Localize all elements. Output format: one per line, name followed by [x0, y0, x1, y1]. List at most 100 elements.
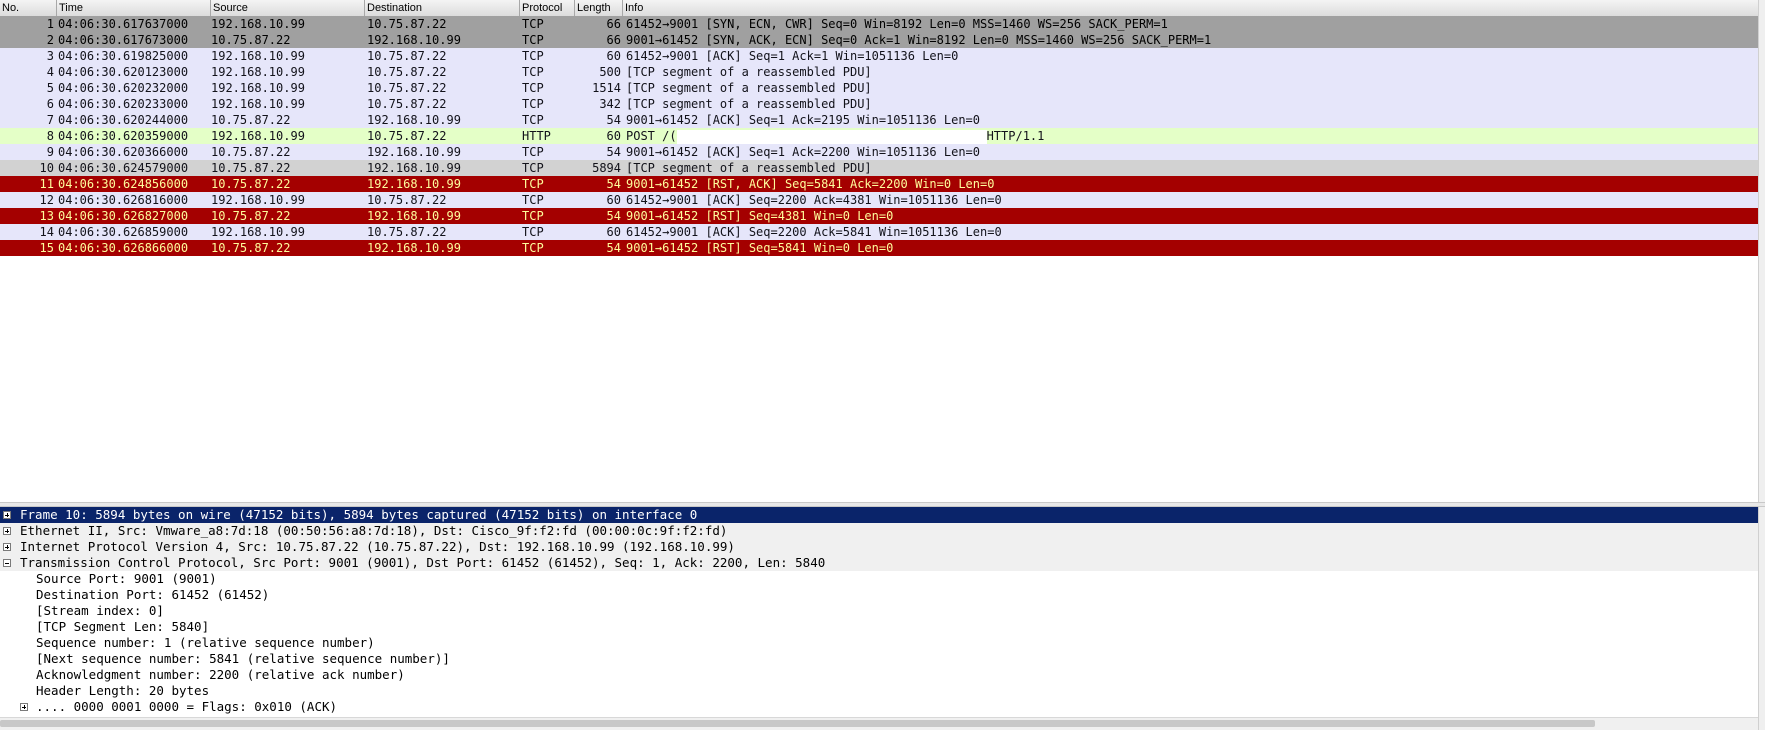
packet-source: 10.75.87.22	[211, 209, 291, 223]
packet-info-text: [TCP segment of a reassembled PDU]	[626, 65, 872, 79]
column-header-no[interactable]: No.	[0, 0, 57, 16]
wireshark-window: No. Time Source Destination Protocol Len…	[0, 0, 1765, 730]
scrollbar-thumb[interactable]	[0, 720, 1595, 727]
tree-item-label: Ethernet II, Src: Vmware_a8:7d:18 (00:50…	[20, 523, 728, 538]
packet-row[interactable]: 10 04:06:30.624579000 10.75.87.22 192.168.1…	[0, 160, 1758, 176]
packet-destination: 10.75.87.22	[367, 129, 447, 143]
packet-source: 10.75.87.22	[211, 33, 291, 47]
packet-info-text: 61452→9001 [ACK] Seq=2200 Ack=5841 Win=1…	[626, 225, 1002, 239]
packet-source: 10.75.87.22	[211, 177, 291, 191]
packet-info: 9001→61452 [RST, ACK] Seq=5841 Ack=2200 …	[626, 176, 1756, 192]
packet-source: 10.75.87.22	[211, 161, 291, 175]
tcp-field-item[interactable]: [TCP Segment Len: 5840]	[0, 619, 1758, 635]
tree-item-tcp[interactable]: Transmission Control Protocol, Src Port:…	[0, 555, 1758, 571]
collapse-minus-icon[interactable]	[3, 559, 11, 567]
packet-destination: 10.75.87.22	[367, 193, 447, 207]
packet-source: 192.168.10.99	[211, 49, 305, 63]
packet-no: 9	[46, 145, 54, 159]
tcp-field-item[interactable]: [Next sequence number: 5841 (relative se…	[0, 651, 1758, 667]
packet-no: 5	[46, 81, 54, 95]
tree-item-ethernet[interactable]: Ethernet II, Src: Vmware_a8:7d:18 (00:50…	[0, 523, 1758, 539]
expand-plus-icon[interactable]	[3, 543, 11, 551]
packet-length: 60	[606, 49, 621, 63]
column-header-info[interactable]: Info	[623, 0, 1758, 16]
packet-row[interactable]: 3 04:06:30.619825000 192.168.10.99 10.75.87…	[0, 48, 1758, 64]
expand-plus-icon[interactable]	[3, 511, 11, 519]
packet-protocol: TCP	[522, 209, 544, 223]
packet-protocol: TCP	[522, 113, 544, 127]
packet-info-text: [TCP segment of a reassembled PDU]	[626, 97, 872, 111]
packet-no: 7	[46, 113, 54, 127]
packet-protocol: TCP	[522, 161, 544, 175]
tcp-field-label: Source Port: 9001 (9001)	[36, 571, 217, 586]
packet-time: 04:06:30.620366000	[58, 145, 189, 159]
packet-row[interactable]: 1 04:06:30.617637000 192.168.10.99 10.75.87…	[0, 16, 1758, 32]
packet-length: 54	[606, 113, 621, 127]
tree-item-label: Frame 10: 5894 bytes on wire (47152 bits…	[20, 507, 698, 522]
expand-plus-icon[interactable]	[20, 703, 28, 711]
packet-info-text: 9001→61452 [ACK] Seq=1 Ack=2195 Win=1051…	[626, 113, 981, 127]
packet-time: 04:06:30.620123000	[58, 65, 189, 79]
packet-row[interactable]: 4 04:06:30.620123000 192.168.10.99 10.75.87…	[0, 64, 1758, 80]
packet-length: 60	[606, 225, 621, 239]
tcp-field-item[interactable]: Destination Port: 61452 (61452)	[0, 587, 1758, 603]
tcp-field-item[interactable]: Acknowledgment number: 2200 (relative ac…	[0, 667, 1758, 683]
packet-info: [TCP segment of a reassembled PDU]	[626, 160, 1756, 176]
packet-info: 9001→61452 [RST] Seq=4381 Win=0 Len=0	[626, 208, 1756, 224]
tcp-field-item[interactable]: Sequence number: 1 (relative sequence nu…	[0, 635, 1758, 651]
packet-row[interactable]: 9 04:06:30.620366000 10.75.87.22 192.168.10…	[0, 144, 1758, 160]
packet-length: 66	[606, 33, 621, 47]
packet-info: 9001→61452 [SYN, ACK, ECN] Seq=0 Ack=1 W…	[626, 32, 1756, 48]
column-header-time[interactable]: Time	[57, 0, 211, 16]
expand-plus-icon[interactable]	[3, 527, 11, 535]
packet-no: 4	[46, 65, 54, 79]
tree-item-frame[interactable]: Frame 10: 5894 bytes on wire (47152 bits…	[0, 507, 1758, 523]
tree-item-flags[interactable]: .... 0000 0001 0000 = Flags: 0x010 (ACK)	[0, 699, 1758, 715]
packet-list[interactable]: No. Time Source Destination Protocol Len…	[0, 0, 1758, 502]
column-header-source[interactable]: Source	[211, 0, 365, 16]
packet-time: 04:06:30.617673000	[58, 33, 189, 47]
packet-destination: 10.75.87.22	[367, 97, 447, 111]
column-header-length[interactable]: Length	[575, 0, 623, 16]
column-header-destination[interactable]: Destination	[365, 0, 520, 16]
tree-item-ipv4[interactable]: Internet Protocol Version 4, Src: 10.75.…	[0, 539, 1758, 555]
packet-row[interactable]: 6 04:06:30.620233000 192.168.10.99 10.75.87…	[0, 96, 1758, 112]
packet-row[interactable]: 13 04:06:30.626827000 10.75.87.22 192.168.1…	[0, 208, 1758, 224]
packet-info-text: [TCP segment of a reassembled PDU]	[626, 161, 872, 175]
packet-info-text: POST /(	[626, 129, 677, 143]
packet-info: 61452→9001 [ACK] Seq=2200 Ack=4381 Win=1…	[626, 192, 1756, 208]
packet-row[interactable]: 15 04:06:30.626866000 10.75.87.22 192.168.1…	[0, 240, 1758, 256]
packet-info-text: 9001→61452 [RST] Seq=4381 Win=0 Len=0	[626, 209, 894, 223]
packet-details-tree[interactable]: Frame 10: 5894 bytes on wire (47152 bits…	[0, 507, 1758, 717]
packet-destination: 10.75.87.22	[367, 81, 447, 95]
packet-info: [TCP segment of a reassembled PDU]	[626, 64, 1756, 80]
packet-length: 5894	[592, 161, 621, 175]
packet-length: 60	[606, 129, 621, 143]
packet-time: 04:06:30.620232000	[58, 81, 189, 95]
packet-length: 60	[606, 193, 621, 207]
vertical-scrollbar[interactable]	[1758, 0, 1765, 730]
tcp-field-item[interactable]: [Stream index: 0]	[0, 603, 1758, 619]
packet-row[interactable]: 11 04:06:30.624856000 10.75.87.22 192.168.1…	[0, 176, 1758, 192]
packet-row[interactable]: 14 04:06:30.626859000 192.168.10.99 10.75.8…	[0, 224, 1758, 240]
packet-no: 6	[46, 97, 54, 111]
packet-row[interactable]: 8 04:06:30.620359000 192.168.10.99 10.75.87…	[0, 128, 1758, 144]
horizontal-scrollbar[interactable]	[0, 717, 1758, 730]
packet-length: 342	[599, 97, 621, 111]
tcp-field-label: Destination Port: 61452 (61452)	[36, 587, 270, 602]
packet-length: 54	[606, 145, 621, 159]
packet-time: 04:06:30.617637000	[58, 17, 189, 31]
packet-time: 04:06:30.626866000	[58, 241, 189, 255]
packet-row[interactable]: 12 04:06:30.626816000 192.168.10.99 10.75.8…	[0, 192, 1758, 208]
packet-rows: 1 04:06:30.617637000 192.168.10.99 10.75.87…	[0, 16, 1758, 256]
packet-row[interactable]: 2 04:06:30.617673000 10.75.87.22 192.168.10…	[0, 32, 1758, 48]
tcp-field-item[interactable]: Header Length: 20 bytes	[0, 683, 1758, 699]
packet-protocol: TCP	[522, 193, 544, 207]
column-header-protocol[interactable]: Protocol	[520, 0, 575, 16]
tcp-field-item[interactable]: Source Port: 9001 (9001)	[0, 571, 1758, 587]
tree-item-label: .... 0000 0001 0000 = Flags: 0x010 (ACK)	[36, 699, 338, 714]
packet-time: 04:06:30.626816000	[58, 193, 189, 207]
packet-row[interactable]: 7 04:06:30.620244000 10.75.87.22 192.168.10…	[0, 112, 1758, 128]
packet-no: 10	[39, 161, 54, 175]
packet-row[interactable]: 5 04:06:30.620232000 192.168.10.99 10.75.87…	[0, 80, 1758, 96]
